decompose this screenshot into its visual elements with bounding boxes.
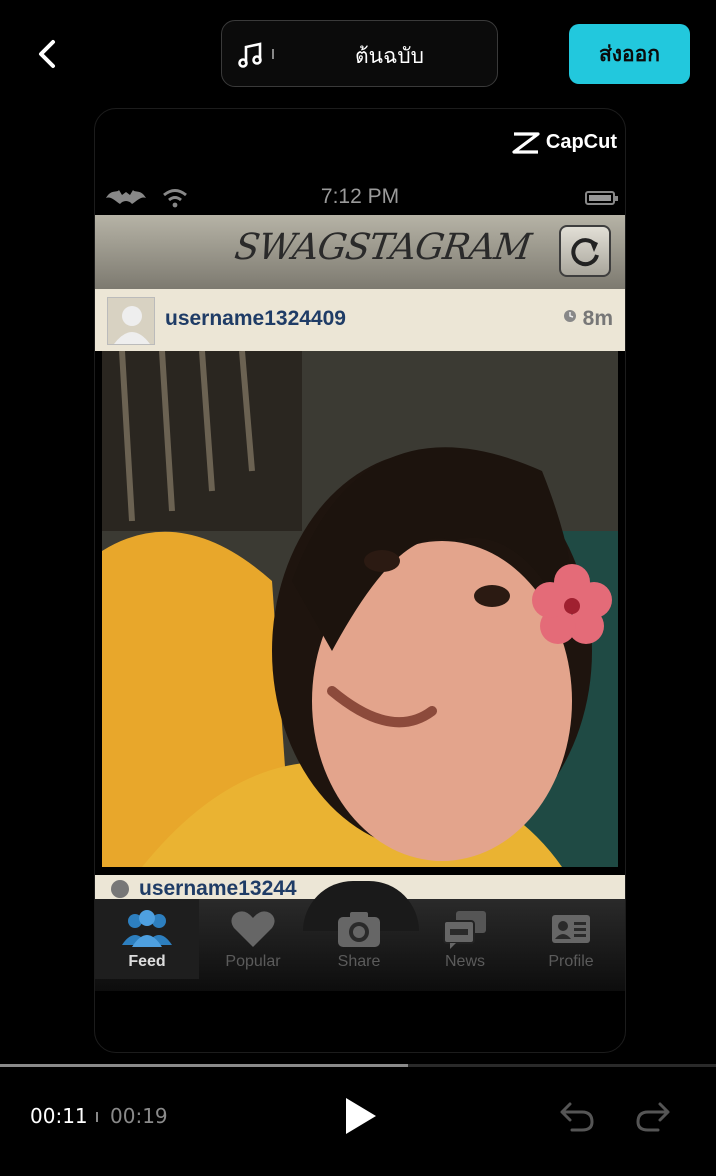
people-icon: [122, 910, 172, 947]
playback-timeline[interactable]: [0, 1064, 716, 1067]
app-header: SWAGSTAGRAM: [95, 215, 625, 289]
divider: [96, 1112, 98, 1122]
tab-popular[interactable]: Popular: [201, 899, 305, 979]
play-button[interactable]: [340, 1094, 380, 1138]
capcut-logo-icon: [512, 131, 540, 154]
selfie-photo: [102, 351, 618, 867]
refresh-icon: [571, 238, 599, 267]
next-post-username[interactable]: username13244: [139, 877, 297, 901]
post-header: username1324409 8m: [95, 289, 625, 351]
post-username[interactable]: username1324409: [165, 307, 346, 331]
music-note-icon: [238, 42, 262, 68]
redo-icon: [636, 1102, 670, 1132]
tab-label: Share: [337, 953, 381, 970]
phone-status-bar: 7:12 PM: [95, 181, 625, 213]
heart-icon: [231, 911, 275, 947]
app-logo: SWAGSTAGRAM: [232, 227, 533, 268]
camera-icon: [338, 912, 380, 947]
timeline-progress: [0, 1064, 409, 1067]
id-card-icon: [552, 915, 590, 943]
back-button[interactable]: [28, 34, 68, 74]
refresh-button[interactable]: [559, 225, 611, 277]
capcut-watermark: CapCut: [512, 131, 617, 154]
chevron-left-icon: [39, 40, 55, 68]
tab-label: News: [444, 953, 485, 970]
app-tab-bar: Feed Popular Share News Profile: [95, 881, 625, 991]
redo-button[interactable]: [632, 1096, 672, 1136]
avatar[interactable]: [107, 297, 155, 345]
tab-feed[interactable]: Feed: [95, 899, 199, 979]
post-time-ago: 8m: [582, 307, 613, 330]
template-music-selector[interactable]: ต้นฉบับ: [221, 20, 498, 87]
battery-icon: [585, 191, 618, 205]
status-time: 7:12 PM: [320, 185, 400, 208]
template-label: ต้นฉบับ: [355, 44, 424, 68]
tab-label: Popular: [225, 953, 281, 970]
tab-share[interactable]: Share: [307, 899, 411, 979]
undo-icon: [560, 1102, 594, 1132]
total-time: 00:19: [110, 1104, 168, 1128]
post-time: 8m: [563, 307, 613, 331]
tab-profile[interactable]: Profile: [519, 899, 623, 979]
current-time: 00:11: [30, 1104, 88, 1128]
tab-label: Profile: [548, 953, 594, 970]
post-photo: [102, 351, 618, 867]
divider: [272, 49, 274, 59]
undo-button[interactable]: [558, 1096, 598, 1136]
video-preview[interactable]: CapCut 7:12 PM SWAGSTAGRAM username13244…: [94, 108, 626, 1053]
tab-label: Feed: [128, 953, 166, 970]
export-button[interactable]: ส่งออก: [569, 24, 690, 84]
clock-icon: [563, 310, 576, 322]
user-silhouette-icon: [114, 306, 150, 344]
chat-bubbles-icon: [443, 911, 486, 949]
play-icon: [346, 1098, 376, 1134]
tab-news[interactable]: News: [413, 899, 517, 979]
watermark-text: CapCut: [545, 131, 617, 153]
user-silhouette-icon: [111, 880, 129, 898]
